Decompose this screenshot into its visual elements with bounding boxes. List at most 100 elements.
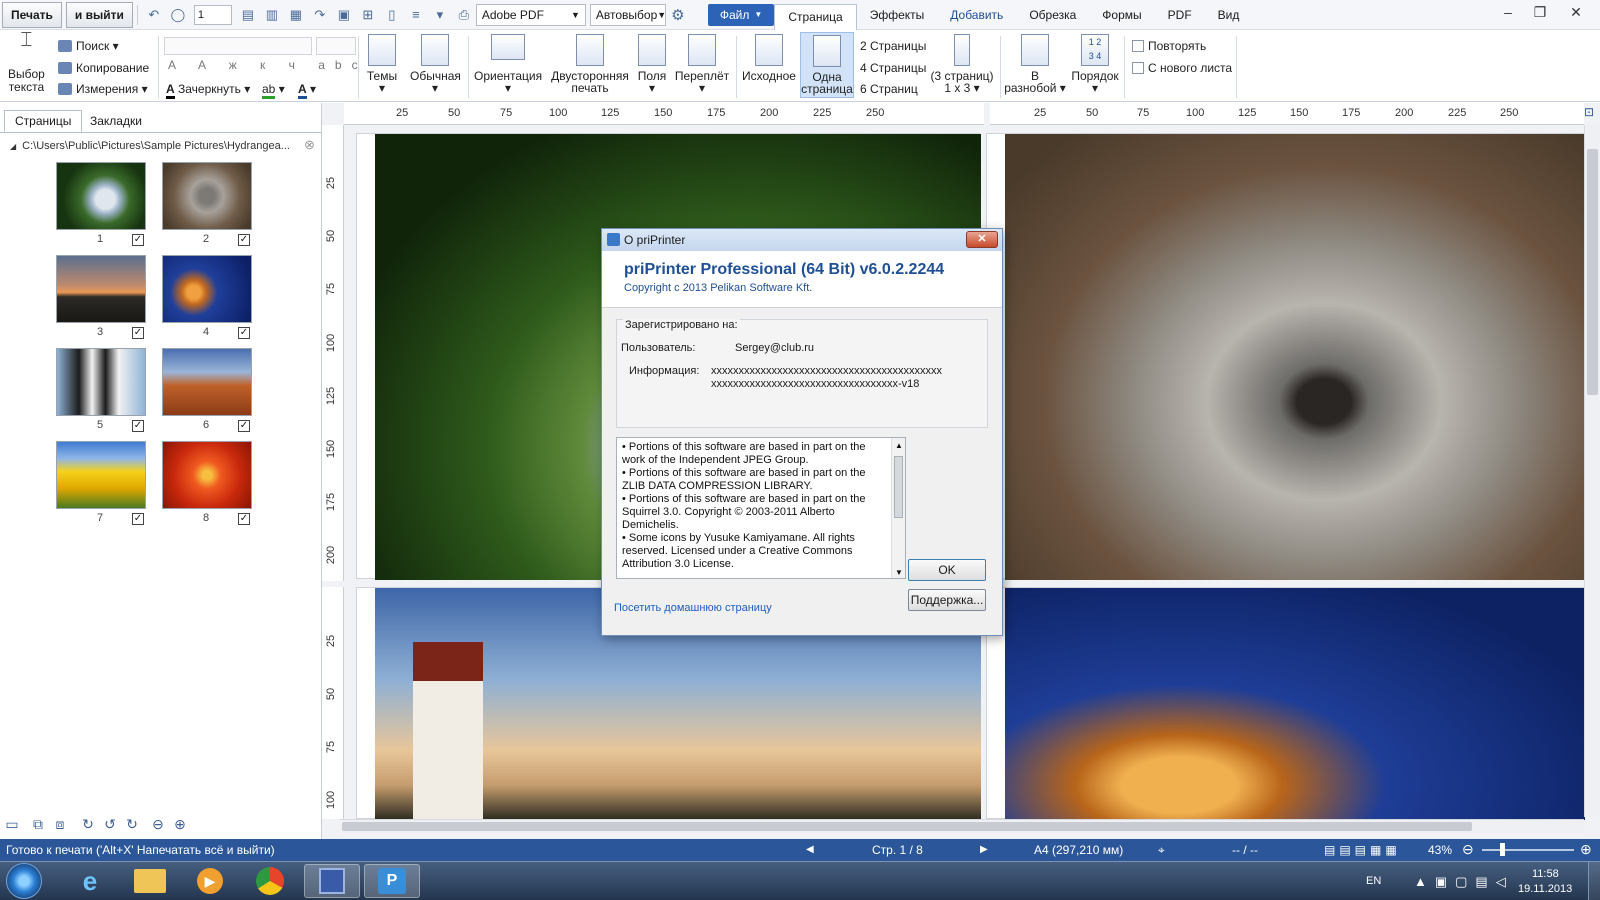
language-indicator[interactable]: EN (1366, 875, 1381, 887)
print-button[interactable]: Печать (2, 1, 62, 28)
orientation-button[interactable]: Ориентация ▾ (474, 34, 542, 94)
tab-add[interactable]: Добавить (937, 3, 1016, 27)
undo-icon[interactable]: ↶ (145, 6, 163, 24)
one-page-button[interactable]: Одна страница (800, 32, 854, 98)
thumbnail-checkbox[interactable]: ✓ (132, 420, 144, 432)
dialog-titlebar[interactable]: О priPrinter ✕ (602, 229, 1002, 251)
print-and-exit-button[interactable]: и выйти (65, 1, 133, 28)
new-sheet-checkbox[interactable]: С нового листа (1132, 61, 1232, 75)
two-pages-button[interactable]: 2 Страницы (860, 39, 926, 53)
paper-source-select[interactable]: Автовыбор ▼ (589, 3, 666, 26)
copy-button[interactable]: Копирование (58, 61, 149, 75)
scatter-button[interactable]: Вразнобой ▾ (1004, 34, 1066, 94)
ie-taskbar-icon[interactable]: e (62, 864, 118, 898)
tray-icons[interactable]: ▲▣▢▤◁ (1414, 874, 1514, 890)
original-button[interactable]: Исходное (742, 34, 796, 82)
measure-button[interactable]: Измерения ▾ (58, 82, 148, 96)
redo-circle-icon[interactable]: ◯ (169, 6, 187, 24)
horizontal-scrollbar[interactable] (340, 819, 1584, 833)
next-page-icon[interactable]: ▶ (980, 844, 988, 855)
copies-spinner[interactable]: 1 (193, 4, 232, 25)
thumbnail-penguins[interactable] (56, 348, 146, 416)
page-icon[interactable]: ▯ (383, 6, 401, 24)
thumbnail-checkbox[interactable]: ✓ (238, 513, 250, 525)
tab-page[interactable]: Страница (774, 3, 857, 30)
repeat-checkbox[interactable]: Повторять (1132, 39, 1206, 53)
extract-page-icon[interactable]: ⧈ (52, 816, 68, 832)
license-textbox[interactable]: • Portions of this software are based in… (616, 437, 906, 579)
export-icon[interactable]: ▥ (263, 6, 281, 24)
thumbnail-checkbox[interactable]: ✓ (132, 327, 144, 339)
thumbnail-tulips[interactable] (56, 441, 146, 509)
clipboard-icon[interactable]: ▦ (287, 6, 305, 24)
zoom-slider-thumb[interactable] (1500, 843, 1505, 856)
copy-pages-icon[interactable]: ▤ (239, 6, 257, 24)
scroll-thumb[interactable] (342, 822, 1472, 831)
ruler-toggle-icon[interactable]: ⊡ (1584, 105, 1600, 121)
zoom-out-icon[interactable]: ⊖ (1462, 841, 1474, 858)
rotate-left-icon[interactable]: ↺ (102, 816, 118, 832)
font-format-icons[interactable]: A A ж к ч abc (168, 58, 368, 72)
rotate-right-icon[interactable]: ↻ (124, 816, 140, 832)
scroll-thumb[interactable] (894, 456, 903, 518)
thumbnail-desert[interactable] (162, 348, 252, 416)
explorer-taskbar-icon[interactable] (122, 864, 178, 898)
tab-pages[interactable]: Страницы (4, 110, 83, 132)
six-pages-button[interactable]: 6 Страниц (860, 82, 918, 96)
homepage-link[interactable]: Посетить домашнюю страницу (614, 602, 772, 614)
thumbnail-checkbox[interactable]: ✓ (132, 513, 144, 525)
tab-bookmarks[interactable]: Закладки (80, 110, 152, 132)
duplex-button[interactable]: Двусторонняя печать (550, 34, 630, 94)
text-highlight-button[interactable]: ab ▾ (262, 82, 285, 99)
tree-expand-icon[interactable]: ◢ (10, 142, 16, 151)
font-color-button[interactable]: A ▾ (298, 82, 316, 99)
font-combo[interactable] (164, 37, 312, 55)
minimize-icon[interactable]: – (1494, 2, 1522, 22)
close-icon[interactable]: ✕ (1562, 2, 1590, 22)
vertical-scrollbar[interactable] (1584, 125, 1600, 817)
scroll-thumb[interactable] (1587, 149, 1598, 395)
binding-button[interactable]: Переплёт ▾ (674, 34, 730, 94)
scroll-down-icon[interactable]: ▼ (895, 566, 903, 578)
insert-page-icon[interactable]: ⧉ (30, 816, 46, 832)
clock-time[interactable]: 11:58 (1532, 868, 1559, 880)
floppy-taskbar-icon[interactable] (304, 864, 360, 898)
chrome-taskbar-icon[interactable] (242, 864, 298, 898)
start-button[interactable] (6, 863, 42, 899)
page-4[interactable] (986, 587, 1585, 820)
thumbnail-lighthouse[interactable] (56, 255, 146, 323)
tab-pdf[interactable]: PDF (1155, 3, 1205, 27)
grid-icon[interactable]: ⊞ (359, 6, 377, 24)
tab-crop[interactable]: Обрезка (1016, 3, 1089, 27)
tab-view[interactable]: Вид (1205, 3, 1253, 27)
media-player-taskbar-icon[interactable]: ▶ (182, 864, 238, 898)
custom-pages-button[interactable]: (3 страниц) 1 x 3 ▾ (930, 34, 994, 94)
strikethrough-button[interactable]: A Зачеркнуть ▾ (166, 82, 250, 99)
add-page-icon[interactable]: ▭ (4, 816, 20, 832)
prev-page-icon[interactable]: ◀ (806, 844, 814, 855)
rotate-icon[interactable]: ↷ (311, 6, 329, 24)
gear-icon[interactable]: ⚙ (669, 6, 687, 24)
thumbnail-checkbox[interactable]: ✓ (132, 234, 144, 246)
thumbnail-chrysanthemum[interactable] (162, 441, 252, 509)
clock-date[interactable]: 19.11.2013 (1518, 883, 1572, 895)
printer-select[interactable]: Adobe PDF ▼ (475, 3, 586, 26)
support-button[interactable]: Поддержка... (908, 589, 986, 611)
show-desktop-button[interactable] (1588, 862, 1600, 900)
thumbnail-checkbox[interactable]: ✓ (238, 420, 250, 432)
priprinter-taskbar-icon[interactable]: P (364, 864, 420, 898)
file-menu[interactable]: Файл ▼ (707, 3, 775, 26)
order-button[interactable]: 1 23 4 Порядок ▾ (1070, 34, 1120, 94)
thumbnail-hydrangea[interactable] (56, 162, 146, 230)
scroll-up-icon[interactable]: ▲ (895, 439, 903, 452)
normal-button[interactable]: Обычная ▾ (410, 34, 461, 94)
save-icon[interactable]: ▣ (335, 6, 353, 24)
view-mode-icons[interactable]: ▤▤▤▦▦ (1324, 843, 1401, 857)
zoom-out-icon[interactable]: ⊖ (150, 816, 166, 832)
align-icon[interactable]: ≡ (407, 6, 425, 24)
zoom-in-icon[interactable]: ⊕ (1580, 841, 1592, 858)
customize-icon[interactable]: ▾ (431, 6, 449, 24)
font-size-combo[interactable] (316, 37, 356, 55)
thumbnail-checkbox[interactable]: ✓ (238, 327, 250, 339)
tab-forms[interactable]: Формы (1089, 3, 1154, 27)
